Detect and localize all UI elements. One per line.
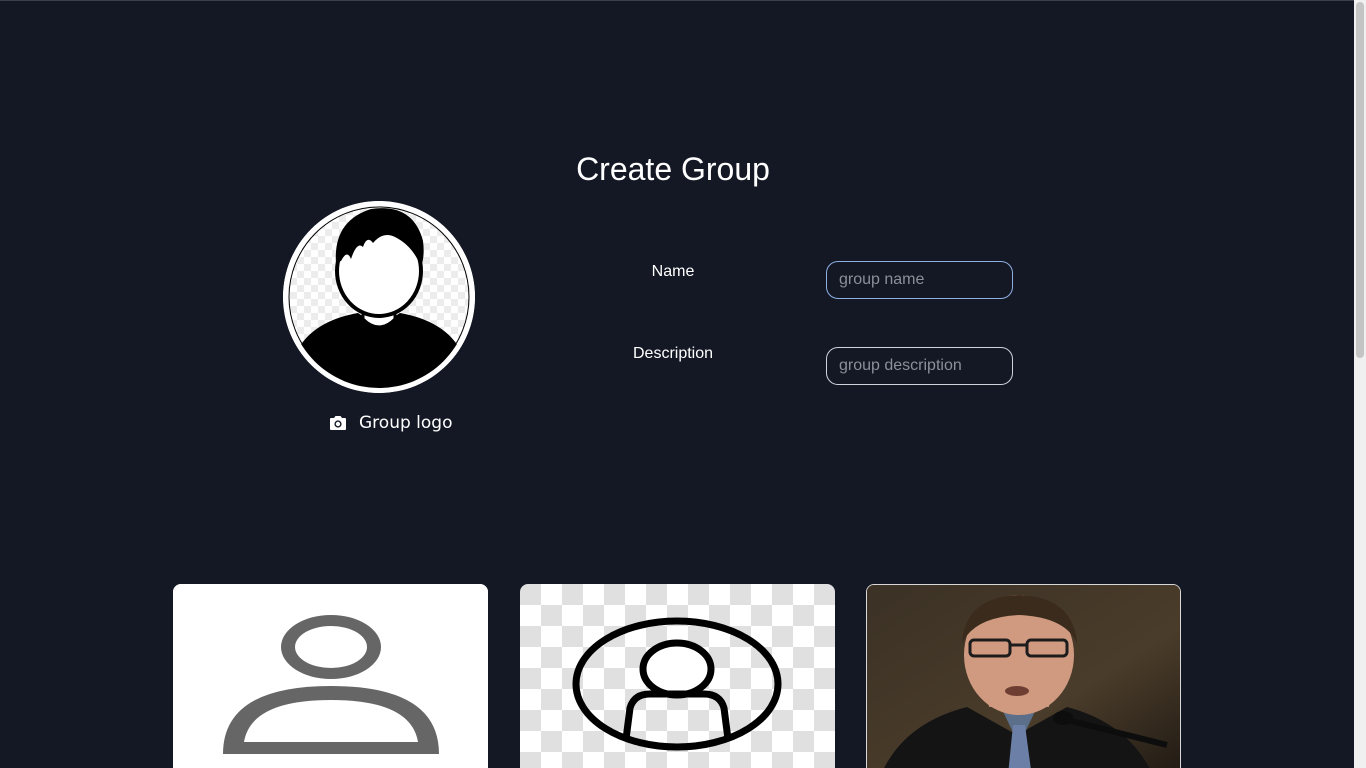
- scrollbar[interactable]: [1354, 0, 1366, 768]
- logo-option-card[interactable]: [866, 584, 1181, 768]
- name-label: Name: [651, 263, 695, 280]
- description-label: Description: [632, 345, 714, 362]
- group-description-input[interactable]: [826, 347, 1013, 385]
- user-circle-icon: [520, 584, 835, 768]
- photo-portrait: [867, 585, 1180, 768]
- user-outline-icon: [173, 584, 488, 768]
- group-logo-label: Group logo: [359, 413, 453, 433]
- scrollbar-thumb[interactable]: [1356, 2, 1364, 358]
- camera-icon: [330, 416, 346, 430]
- top-divider: [0, 0, 1354, 1]
- page-title: Create Group: [576, 151, 770, 188]
- create-group-page: Create Group Group logo Name group name …: [0, 0, 1366, 768]
- group-logo-button[interactable]: Group logo: [329, 412, 452, 434]
- logo-option-card[interactable]: [173, 584, 488, 768]
- group-logo-preview[interactable]: [283, 201, 475, 393]
- logo-option-card[interactable]: [520, 584, 835, 768]
- user-avatar-icon: [283, 201, 475, 393]
- group-name-input[interactable]: [826, 261, 1013, 299]
